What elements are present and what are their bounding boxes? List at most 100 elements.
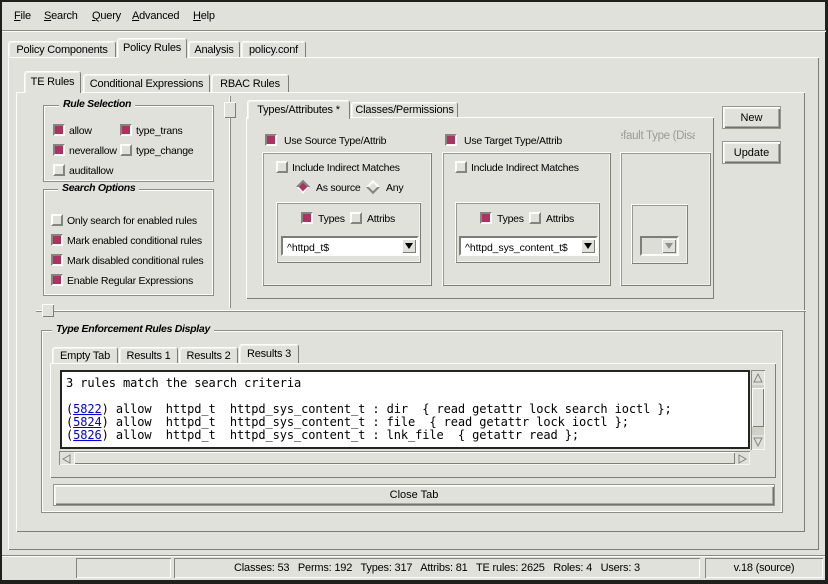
checkbox-only-enabled-label: Only search for enabled rules (67, 215, 197, 227)
checkbox-neverallow[interactable] (53, 144, 65, 156)
rule-link-5826[interactable]: 5826 (73, 428, 102, 442)
tab-policy-conf[interactable]: policy.conf (241, 41, 306, 57)
chevron-down-icon (405, 243, 413, 249)
checkbox-mark-disabled[interactable] (51, 254, 63, 266)
checkbox-source-indirect-label: Include Indirect Matches (292, 162, 400, 174)
checkbox-target-attribs-label: Attribs (546, 213, 574, 225)
checkbox-use-source-label: Use Source Type/Attrib (284, 135, 386, 147)
statusbar-separator (2, 555, 825, 557)
tab-te-rules[interactable]: TE Rules (24, 71, 81, 93)
checkbox-source-attribs[interactable] (350, 212, 362, 224)
checkbox-type-trans-label: type_trans (136, 125, 183, 137)
close-tab-button[interactable]: Close Tab (53, 484, 775, 506)
checkbox-type-change-label: type_change (136, 145, 193, 157)
menu-help[interactable]: Help (193, 2, 215, 30)
arrow-up-icon (752, 371, 764, 385)
checkbox-source-attribs-label: Attribs (367, 213, 395, 225)
arrow-right-icon (735, 453, 749, 465)
rule-link-5822[interactable]: 5822 (73, 402, 102, 416)
tab-conditional-expressions[interactable]: Conditional Expressions (83, 74, 210, 92)
radio-as-source-label: As source (316, 182, 360, 194)
checkbox-regex-label: Enable Regular Expressions (67, 275, 193, 287)
menu-file[interactable]: File (14, 2, 31, 30)
menu-query[interactable]: Query (92, 2, 121, 30)
checkbox-type-change[interactable] (120, 144, 132, 156)
menubar-separator (2, 30, 826, 32)
checkbox-mark-enabled-label: Mark enabled conditional rules (67, 235, 202, 247)
status-version: v.18 (source) (705, 558, 823, 578)
checkbox-target-indirect-label: Include Indirect Matches (471, 162, 579, 174)
checkbox-allow[interactable] (53, 124, 65, 136)
menubar: File Search Query Advanced Help (2, 2, 826, 30)
tab-analysis[interactable]: Analysis (188, 41, 240, 57)
default-combo-arrow (662, 239, 676, 253)
rule-selection-title: Rule Selection (59, 98, 135, 111)
tab-types-attributes[interactable]: Types/Attributes * (247, 100, 350, 119)
status-stats: Classes: 53 Perms: 192 Types: 317 Attrib… (174, 558, 700, 578)
chevron-down-icon (665, 243, 673, 249)
checkbox-source-types-label: Types (318, 213, 345, 225)
scroll-down-button[interactable] (752, 435, 764, 449)
checkbox-target-types[interactable] (480, 212, 492, 224)
results-vscrollbar[interactable] (751, 370, 765, 450)
checkbox-target-indirect[interactable] (455, 161, 467, 173)
checkbox-allow-label: allow (69, 125, 92, 137)
results-text-content: 3 rules match the search criteria (5822)… (66, 377, 672, 442)
checkbox-type-trans[interactable] (120, 124, 132, 136)
target-combo-arrow[interactable] (581, 239, 595, 253)
source-type-value: ^httpd_t$ (287, 242, 329, 254)
checkbox-neverallow-label: neverallow (69, 145, 117, 157)
target-type-value: ^httpd_sys_content_t$ (465, 242, 568, 254)
checkbox-use-target[interactable] (445, 134, 457, 146)
menu-advanced[interactable]: Advanced (132, 2, 179, 30)
tab-policy-rules[interactable]: Policy Rules (117, 38, 187, 58)
default-type-combobox (640, 236, 679, 256)
horizontal-sash-handle[interactable] (42, 304, 54, 317)
tab-results-1[interactable]: Results 1 (119, 347, 178, 363)
horizontal-sash[interactable] (36, 310, 806, 312)
checkbox-use-source[interactable] (265, 134, 277, 146)
vscroll-thumb[interactable] (752, 388, 764, 427)
checkbox-auditallow[interactable] (53, 164, 65, 176)
tab-rbac-rules[interactable]: RBAC Rules (211, 74, 289, 92)
te-display-title: Type Enforcement Rules Display (52, 323, 214, 336)
scroll-thumb[interactable] (74, 452, 735, 464)
tab-empty-tab[interactable]: Empty Tab (52, 347, 118, 363)
scroll-left-button[interactable] (60, 452, 74, 464)
new-button[interactable]: New (722, 106, 781, 129)
results-hscrollbar[interactable] (59, 451, 750, 465)
checkbox-regex[interactable] (51, 274, 63, 286)
scroll-right-button[interactable] (735, 452, 749, 464)
checkbox-mark-disabled-label: Mark disabled conditional rules (67, 255, 203, 267)
rule-link-5824[interactable]: 5824 (73, 415, 102, 429)
checkbox-source-indirect[interactable] (276, 161, 288, 173)
vertical-sash-handle[interactable] (224, 102, 236, 118)
source-combo-arrow[interactable] (402, 239, 416, 253)
default-type-label: Default Type (Disabled) (621, 130, 695, 142)
menu-search[interactable]: Search (44, 2, 78, 30)
rule-line: (5826) allow httpd_t httpd_sys_content_t… (66, 429, 672, 442)
checkbox-target-attribs[interactable] (529, 212, 541, 224)
tab-policy-components[interactable]: Policy Components (8, 41, 116, 57)
checkbox-target-types-label: Types (497, 213, 524, 225)
tab-results-3[interactable]: Results 3 (239, 344, 299, 363)
results-header: 3 rules match the search criteria (66, 377, 672, 390)
checkbox-use-target-label: Use Target Type/Attrib (464, 135, 562, 147)
scroll-up-button[interactable] (752, 371, 764, 385)
arrow-down-icon (752, 435, 764, 449)
chevron-down-icon (584, 243, 592, 249)
target-type-combobox[interactable]: ^httpd_sys_content_t$ (459, 236, 598, 256)
tab-results-2[interactable]: Results 2 (179, 347, 238, 363)
results-text-area[interactable]: 3 rules match the search criteria (5822)… (60, 370, 750, 449)
checkbox-source-types[interactable] (301, 212, 313, 224)
default-type-label-clip: Default Type (Disabled) (621, 130, 695, 145)
apol-window: File Search Query Advanced Help Policy C… (0, 0, 828, 584)
radio-any-label: Any (386, 182, 403, 194)
tab-classes-permissions[interactable]: Classes/Permissions (351, 102, 458, 117)
update-button[interactable]: Update (722, 141, 781, 164)
arrow-left-icon (60, 453, 74, 465)
source-type-combobox[interactable]: ^httpd_t$ (281, 236, 419, 256)
vertical-sash[interactable] (229, 96, 231, 308)
checkbox-mark-enabled[interactable] (51, 234, 63, 246)
checkbox-only-enabled[interactable] (51, 214, 63, 226)
